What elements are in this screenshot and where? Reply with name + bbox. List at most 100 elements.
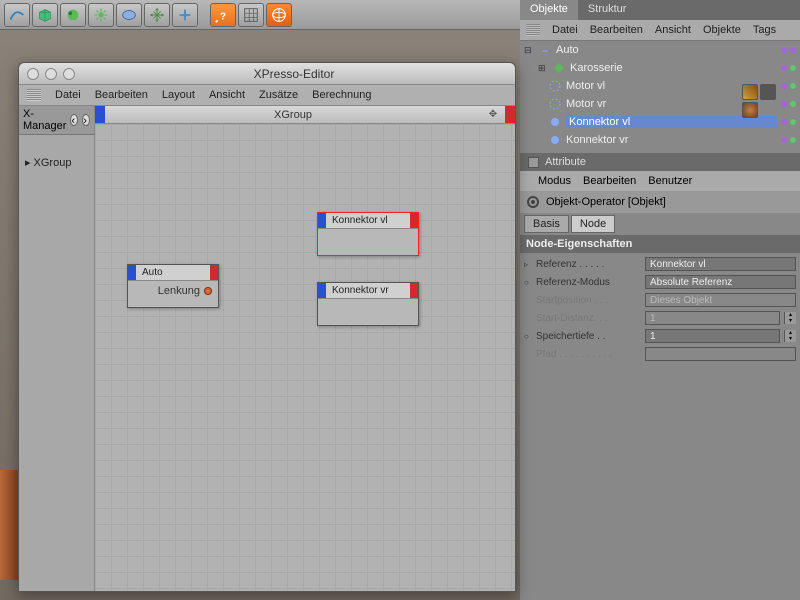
- tag-xpresso-icon[interactable]: [742, 84, 758, 100]
- input-port-icon[interactable]: [95, 106, 105, 123]
- node-auto[interactable]: Auto Lenkung: [127, 264, 219, 308]
- attr-field-referenz[interactable]: Konnektor vl: [645, 257, 796, 271]
- window-titlebar[interactable]: XPresso-Editor: [19, 63, 515, 85]
- move-handle-icon[interactable]: ✥: [481, 109, 505, 120]
- node-title: Konnektor vr: [326, 285, 410, 296]
- anim-dot-icon[interactable]: ○: [524, 278, 532, 287]
- node-input-port[interactable]: [318, 283, 326, 298]
- expand-icon[interactable]: ⊞: [538, 63, 548, 74]
- tool-arrange[interactable]: [144, 3, 170, 27]
- tool-globe[interactable]: [266, 3, 292, 27]
- tool-move[interactable]: [172, 3, 198, 27]
- node-input-port[interactable]: [128, 265, 136, 280]
- attr-label: Referenz . . . . .: [536, 259, 641, 270]
- right-panel-tabs: Objekte Struktur: [520, 0, 800, 20]
- attr-row-referenz-modus: ○ Referenz-Modus Absolute Referenz: [520, 273, 800, 291]
- node-input-port[interactable]: [318, 213, 326, 228]
- node-konnektor-vr[interactable]: Konnektor vr: [317, 282, 419, 326]
- menu-extras[interactable]: Zusätze: [259, 89, 298, 101]
- attribute-section-header: Node-Eigenschaften: [520, 235, 800, 253]
- attr-field-referenz-modus[interactable]: Absolute Referenz: [645, 275, 796, 289]
- motor-icon: [548, 97, 562, 111]
- sidebar-item-xgroup[interactable]: ▸ XGroup: [19, 153, 94, 172]
- motor-icon: [548, 79, 562, 93]
- tool-help[interactable]: ?: [210, 3, 236, 27]
- node-konnektor-vl[interactable]: Konnektor vl: [317, 212, 419, 256]
- menu-user[interactable]: Benutzer: [648, 175, 692, 187]
- xpresso-window: XPresso-Editor Datei Bearbeiten Layout A…: [18, 62, 516, 592]
- tab-objects[interactable]: Objekte: [520, 0, 578, 20]
- tool-primitive[interactable]: [116, 3, 142, 27]
- sidebar-item-label: XGroup: [34, 157, 72, 169]
- attribute-lock-checkbox[interactable]: [528, 157, 539, 168]
- sidebar-nav-icon[interactable]: ‹: [70, 114, 78, 126]
- window-minimize-button[interactable]: [45, 68, 57, 80]
- gear-icon: [526, 195, 540, 209]
- menu-view[interactable]: Ansicht: [209, 89, 245, 101]
- attr-field-pfad: [645, 347, 796, 361]
- objects-menubar: Datei Bearbeiten Ansicht Objekte Tags: [520, 20, 800, 41]
- tree-row-konnektor-vr[interactable]: Konnektor vr: [520, 131, 800, 149]
- spinner-icon[interactable]: ▴▾: [784, 330, 796, 342]
- attr-field-speichertiefe[interactable]: 1: [645, 329, 780, 343]
- menu-tags[interactable]: Tags: [753, 24, 776, 36]
- expand-icon[interactable]: ⊟: [524, 45, 534, 56]
- disclosure-icon[interactable]: ▹: [524, 260, 532, 269]
- tab-structure[interactable]: Struktur: [578, 0, 637, 20]
- menu-mode[interactable]: Modus: [538, 175, 571, 187]
- attr-field-start-distanz: 1: [645, 311, 780, 325]
- grip-icon[interactable]: [526, 24, 540, 36]
- attr-row-referenz: ▹ Referenz . . . . . Konnektor vl: [520, 255, 800, 273]
- right-panel: Objekte Struktur Datei Bearbeiten Ansich…: [520, 0, 800, 600]
- tree-row-auto[interactable]: ⊟ ⎯ Auto: [520, 41, 800, 59]
- menu-objects[interactable]: Objekte: [703, 24, 741, 36]
- xpresso-sidebar-header: X-Manager ‹ ›: [19, 106, 94, 135]
- attribute-title: Attribute: [545, 156, 586, 168]
- attribute-tabs: Basis Node: [520, 213, 800, 235]
- menu-file[interactable]: Datei: [55, 89, 81, 101]
- chevron-right-icon: ▸: [25, 156, 31, 169]
- node-output-row[interactable]: Lenkung: [134, 285, 212, 297]
- port-dot-icon[interactable]: [204, 287, 212, 295]
- attr-row-speichertiefe: ○ Speichertiefe . . 1 ▴▾: [520, 327, 800, 345]
- attribute-menubar: Modus Bearbeiten Benutzer: [520, 171, 800, 191]
- attr-label: Start-Distanz. . .: [536, 313, 641, 324]
- menu-edit[interactable]: Bearbeiten: [583, 175, 636, 187]
- attr-row-start-distanz: Start-Distanz. . . 1 ▴▾: [520, 309, 800, 327]
- attribute-object-name: Objekt-Operator [Objekt]: [546, 196, 666, 208]
- connector-icon: [548, 133, 562, 147]
- spinner-icon: ▴▾: [784, 312, 796, 324]
- node-output-port[interactable]: [410, 283, 418, 298]
- node-title: Konnektor vl: [326, 215, 410, 226]
- tool-cube[interactable]: [32, 3, 58, 27]
- tool-deformer[interactable]: [60, 3, 86, 27]
- tab-node[interactable]: Node: [571, 215, 615, 233]
- tree-row-karosserie[interactable]: ⊞ Karosserie: [520, 59, 800, 77]
- window-close-button[interactable]: [27, 68, 39, 80]
- menu-edit[interactable]: Bearbeiten: [95, 89, 148, 101]
- tool-spline[interactable]: [4, 3, 30, 27]
- tool-field[interactable]: [88, 3, 114, 27]
- anim-dot-icon[interactable]: ○: [524, 332, 532, 341]
- tag-texture-icon[interactable]: [742, 102, 758, 118]
- window-zoom-button[interactable]: [63, 68, 75, 80]
- menu-calc[interactable]: Berechnung: [312, 89, 371, 101]
- xpresso-canvas[interactable]: Auto Lenkung Konnektor vl: [95, 124, 515, 591]
- svg-text:?: ?: [220, 11, 226, 22]
- window-title: XPresso-Editor: [81, 67, 507, 81]
- tag-dynamics-icon[interactable]: [760, 84, 776, 100]
- xpresso-sidebar: X-Manager ‹ › ▸ XGroup: [19, 106, 95, 591]
- tab-basis[interactable]: Basis: [524, 215, 569, 233]
- node-output-port[interactable]: [210, 265, 218, 280]
- attr-row-startposition: Startposition . . . Dieses Objekt: [520, 291, 800, 309]
- output-port-icon[interactable]: [505, 106, 515, 123]
- menu-file[interactable]: Datei: [552, 24, 578, 36]
- node-output-port[interactable]: [410, 213, 418, 228]
- menu-layout[interactable]: Layout: [162, 89, 195, 101]
- tool-grid[interactable]: [238, 3, 264, 27]
- attr-label: Pfad . . . . . . . . . .: [536, 349, 641, 360]
- menu-view[interactable]: Ansicht: [655, 24, 691, 36]
- grip-icon[interactable]: [27, 89, 41, 101]
- menu-edit[interactable]: Bearbeiten: [590, 24, 643, 36]
- sidebar-nav-icon[interactable]: ›: [82, 114, 90, 126]
